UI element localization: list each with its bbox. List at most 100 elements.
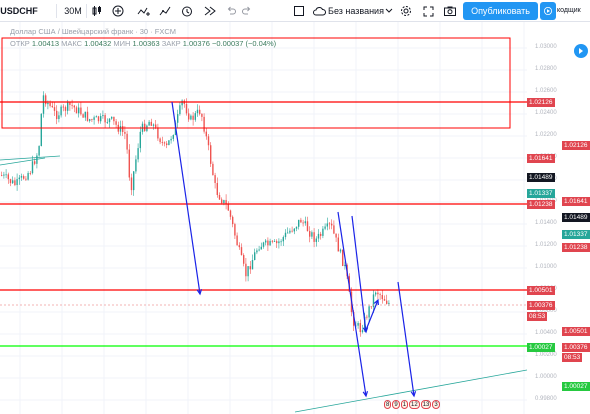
candle-body <box>53 107 56 111</box>
candle-body <box>196 109 199 114</box>
layout-name[interactable]: Без названия <box>328 0 384 22</box>
price-label: 1.00376 <box>562 343 590 352</box>
candle-body <box>293 228 295 232</box>
price-label: 1.00501 <box>562 327 590 336</box>
scroll-to-realtime-icon[interactable] <box>574 44 588 58</box>
candle-body <box>38 146 40 156</box>
price-label: 08:53 <box>562 353 583 362</box>
chart-canvas[interactable] <box>0 22 590 414</box>
candle-body <box>111 116 113 119</box>
candle-body <box>9 179 12 184</box>
candle-body <box>82 114 84 118</box>
candle-body <box>104 115 106 123</box>
candle-body <box>7 174 9 180</box>
candle-body <box>166 143 168 146</box>
play-icon[interactable] <box>540 2 556 20</box>
candle-body <box>119 126 122 132</box>
candle-body <box>262 242 265 247</box>
indicators-icon[interactable] <box>135 0 153 22</box>
price-label: 1.01337 <box>562 230 590 239</box>
candle-body <box>276 241 278 244</box>
candle-body <box>381 295 383 300</box>
candles-icon[interactable] <box>89 0 105 22</box>
alert-icon[interactable] <box>179 0 195 22</box>
price-label: 1.00501 <box>527 286 555 295</box>
candle-body <box>181 100 183 106</box>
candle-body <box>254 252 256 261</box>
candle-body <box>357 323 359 326</box>
undo-icon[interactable] <box>224 0 238 22</box>
arrow-line <box>397 281 415 397</box>
legend-open-label: ОТКР <box>10 39 30 48</box>
candle-body <box>106 122 108 123</box>
candle-body <box>27 173 29 180</box>
candle-body <box>320 233 322 236</box>
chart-area[interactable] <box>0 22 590 414</box>
candle-body <box>221 199 223 204</box>
candle-body <box>287 232 289 234</box>
replay-icon[interactable] <box>202 0 218 22</box>
candle-body <box>234 224 236 236</box>
candle-body <box>89 119 91 121</box>
chevron-down-icon[interactable] <box>384 0 394 22</box>
candle-body <box>324 226 326 229</box>
candle-body <box>139 131 141 149</box>
candle-body <box>218 195 221 200</box>
candle-body <box>42 95 45 114</box>
candle-body <box>383 299 386 301</box>
time-badge: 13 <box>420 400 432 409</box>
candle-body <box>232 216 234 225</box>
price-label: 1.00027 <box>562 382 590 391</box>
candle-body <box>227 204 229 211</box>
candle-body <box>309 231 311 237</box>
price-label: 1.01641 <box>562 197 590 206</box>
compare-icon[interactable] <box>157 0 173 22</box>
candle-body <box>306 221 309 232</box>
candle-body <box>49 102 51 106</box>
candle-body <box>304 221 306 224</box>
publish-button[interactable]: Опубликовать <box>463 2 538 20</box>
price-tick: 1.03000 <box>535 44 557 50</box>
settings-icon[interactable] <box>398 0 414 22</box>
candle-body <box>75 107 78 114</box>
candle-body <box>144 123 146 131</box>
candle-body <box>157 127 159 139</box>
candle-body <box>265 240 267 243</box>
candle-body <box>133 171 135 191</box>
redo-icon[interactable] <box>240 0 254 22</box>
candle-body <box>214 175 216 183</box>
cloud-icon[interactable] <box>312 0 326 22</box>
candle-body <box>317 233 320 239</box>
candle-body <box>86 111 89 121</box>
candle-body <box>179 105 181 115</box>
candle-body <box>229 210 232 217</box>
candle-body <box>260 246 262 250</box>
time-badge: 12 <box>409 400 420 409</box>
candle-body <box>128 149 130 178</box>
fullscreen-icon[interactable] <box>420 0 436 22</box>
trend-line <box>0 157 46 166</box>
candle-body <box>212 163 214 176</box>
candle-body <box>223 200 225 204</box>
price-label: 1.01641 <box>527 154 555 163</box>
candle-body <box>199 109 201 114</box>
price-label: 1.00376 <box>527 301 555 310</box>
candle-body <box>122 126 124 132</box>
arrow-line <box>365 299 379 331</box>
candle-body <box>251 260 254 270</box>
candle-body <box>163 142 166 144</box>
candle-body <box>375 292 377 295</box>
symbol-button[interactable]: USDCHF <box>0 0 38 22</box>
price-tick: 1.02200 <box>535 132 557 138</box>
camera-icon[interactable] <box>442 0 458 22</box>
interval-button[interactable]: 30M <box>62 0 84 22</box>
square-icon[interactable] <box>292 0 306 22</box>
price-label: 1.01238 <box>562 243 590 252</box>
candle-body <box>126 133 128 150</box>
candle-body <box>177 114 179 123</box>
candle-body <box>170 138 172 141</box>
add-icon[interactable] <box>110 0 126 22</box>
candle-body <box>249 266 251 270</box>
candle-body <box>60 106 62 116</box>
candle-body <box>337 237 339 252</box>
